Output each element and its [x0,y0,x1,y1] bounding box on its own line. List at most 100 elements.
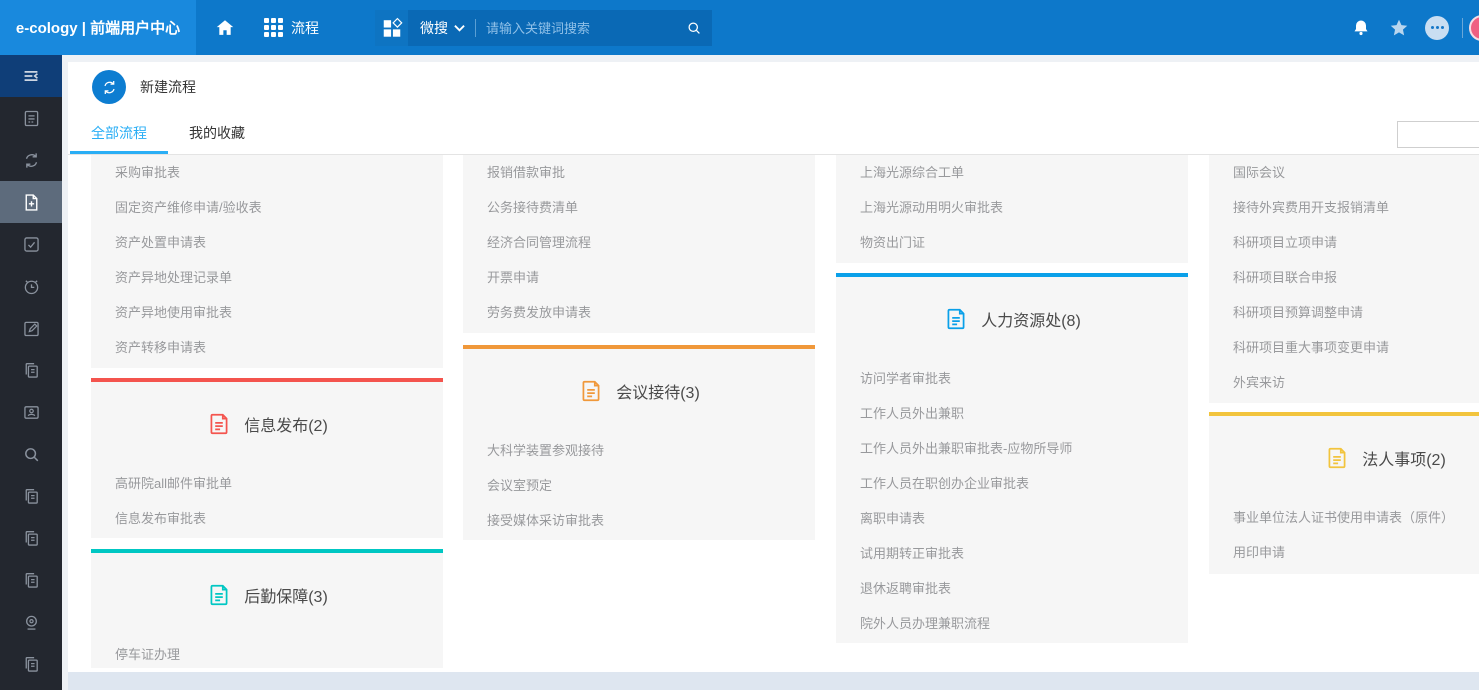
search-scope-dropdown[interactable]: 微搜 [408,18,475,38]
process-link[interactable]: 科研项目联合申报 [1209,260,1479,295]
sidebar-collapse-button[interactable] [0,55,62,97]
grid-menu-icon [264,18,283,37]
process-card: 上海光源综合工单 上海光源动用明火审批表 物资出门证 [836,155,1188,263]
sidebar-item-documents-2[interactable] [0,475,62,517]
sidebar-item-documents-5[interactable] [0,643,62,685]
sidebar-item-documents-3[interactable] [0,517,62,559]
sidebar-item-documents-4[interactable] [0,559,62,601]
bottom-scroll-strip[interactable] [68,672,1479,690]
sidebar-item-search[interactable] [0,433,62,475]
sidebar-item-document-list[interactable] [0,97,62,139]
sidebar-item-sync[interactable] [0,139,62,181]
category-header: 法人事项(2) [1209,416,1479,500]
sync-icon [21,150,42,171]
favorites-star-icon[interactable] [1380,17,1418,39]
process-link[interactable]: 资产转移申请表 [91,330,443,365]
user-avatar[interactable] [1469,15,1479,41]
search-input[interactable] [476,21,676,36]
category-card-legal: 法人事项(2) 事业单位法人证书使用申请表（原件） 用印申请 [1209,412,1479,574]
process-link[interactable]: 资产异地使用审批表 [91,295,443,330]
sidebar-item-drafts[interactable] [0,307,62,349]
process-card: 采购审批表 固定资产维修申请/验收表 资产处置申请表 资产异地处理记录单 资产异… [91,155,443,368]
micro-apps-icon[interactable] [375,10,408,46]
process-link[interactable]: 信息发布审批表 [91,501,443,536]
process-card: 报销借款审批 公务接待费清单 经济合同管理流程 开票申请 劳务费发放申请表 [463,155,815,333]
task-check-icon [21,234,42,255]
process-card: 国际会议 接待外宾费用开支报销清单 科研项目立项申请 科研项目联合申报 科研项目… [1209,155,1479,403]
new-document-icon [21,192,42,213]
process-link[interactable]: 资产处置申请表 [91,225,443,260]
process-link[interactable]: 经济合同管理流程 [463,225,815,260]
category-card-logistics: 后勤保障(3) 停车证办理 [91,549,443,668]
category-header: 会议接待(3) [463,349,815,433]
process-link[interactable]: 事业单位法人证书使用申请表（原件） [1209,500,1479,535]
id-card-icon [21,402,42,423]
documents-copy-icon [21,570,42,591]
process-link[interactable]: 上海光源动用明火审批表 [836,190,1188,225]
category-title: 信息发布(2) [244,412,328,436]
documents-copy-icon [21,486,42,507]
category-card-hr: 人力资源处(8) 访问学者审批表 工作人员外出兼职 工作人员外出兼职审批表-应物… [836,273,1188,643]
document-icon [943,306,969,332]
tab-bar: 全部流程 我的收藏 [68,112,1479,155]
process-link[interactable]: 高研院all邮件审批单 [91,466,443,501]
process-link[interactable]: 公务接待费清单 [463,190,815,225]
process-link[interactable]: 报销借款审批 [463,155,815,190]
process-link[interactable]: 固定资产维修申请/验收表 [91,190,443,225]
category-header: 信息发布(2) [91,382,443,466]
app-logo[interactable]: e-cology | 前端用户中心 [0,0,196,55]
sidebar-item-documents-1[interactable] [0,349,62,391]
process-link[interactable]: 工作人员外出兼职审批表-应物所导师 [836,431,1188,466]
process-link[interactable]: 用印申请 [1209,535,1479,570]
notifications-bell-icon[interactable] [1342,18,1380,38]
process-link[interactable]: 采购审批表 [91,155,443,190]
sidebar-item-contacts[interactable] [0,391,62,433]
menu-collapse-icon [20,65,42,87]
sidebar-item-new-workflow[interactable] [0,181,62,223]
top-navigation: 流程 [210,0,323,55]
process-link[interactable]: 科研项目立项申请 [1209,225,1479,260]
process-link[interactable]: 科研项目预算调整申请 [1209,295,1479,330]
process-link[interactable]: 试用期转正审批表 [836,536,1188,571]
process-link[interactable]: 访问学者审批表 [836,361,1188,396]
category-title: 会议接待(3) [616,379,700,403]
process-link[interactable]: 外宾来访 [1209,365,1479,400]
process-link[interactable]: 接受媒体采访审批表 [463,503,815,538]
search-icon[interactable] [676,19,712,37]
process-link[interactable]: 接待外宾费用开支报销清单 [1209,190,1479,225]
search-scope-label: 微搜 [420,18,448,38]
sidebar-item-monitor[interactable] [0,601,62,643]
process-link[interactable]: 退休返聘审批表 [836,571,1188,606]
tab-all-processes[interactable]: 全部流程 [70,112,168,154]
process-link[interactable]: 会议室预定 [463,468,815,503]
process-link[interactable]: 资产异地处理记录单 [91,260,443,295]
process-link[interactable]: 工作人员在职创办企业审批表 [836,466,1188,501]
process-link[interactable]: 劳务费发放申请表 [463,295,815,330]
process-link[interactable]: 科研项目重大事项变更申请 [1209,330,1479,365]
clock-icon [21,276,42,297]
document-icon [206,411,232,437]
category-title: 法人事项(2) [1362,446,1446,470]
sidebar-item-pending[interactable] [0,265,62,307]
document-icon [1324,445,1350,471]
process-link[interactable]: 开票申请 [463,260,815,295]
process-link[interactable]: 离职申请表 [836,501,1188,536]
process-filter-input[interactable] [1397,121,1479,148]
home-button[interactable] [210,17,240,39]
documents-copy-icon [21,654,42,675]
process-link[interactable]: 国际会议 [1209,155,1479,190]
nav-workflow[interactable]: 流程 [260,18,323,38]
nav-workflow-label: 流程 [291,18,319,38]
sidebar [0,55,62,690]
process-link[interactable]: 大科学装置参观接待 [463,433,815,468]
more-options-icon[interactable] [1418,16,1456,40]
tab-my-favorites[interactable]: 我的收藏 [168,112,266,154]
process-link[interactable]: 上海光源综合工单 [836,155,1188,190]
process-link[interactable]: 停车证办理 [91,637,443,668]
monitor-user-icon [21,612,42,633]
process-link[interactable]: 工作人员外出兼职 [836,396,1188,431]
process-link[interactable]: 物资出门证 [836,225,1188,260]
process-link[interactable]: 院外人员办理兼职流程 [836,606,1188,641]
sidebar-item-tasks[interactable] [0,223,62,265]
page-title: 新建流程 [140,77,196,97]
